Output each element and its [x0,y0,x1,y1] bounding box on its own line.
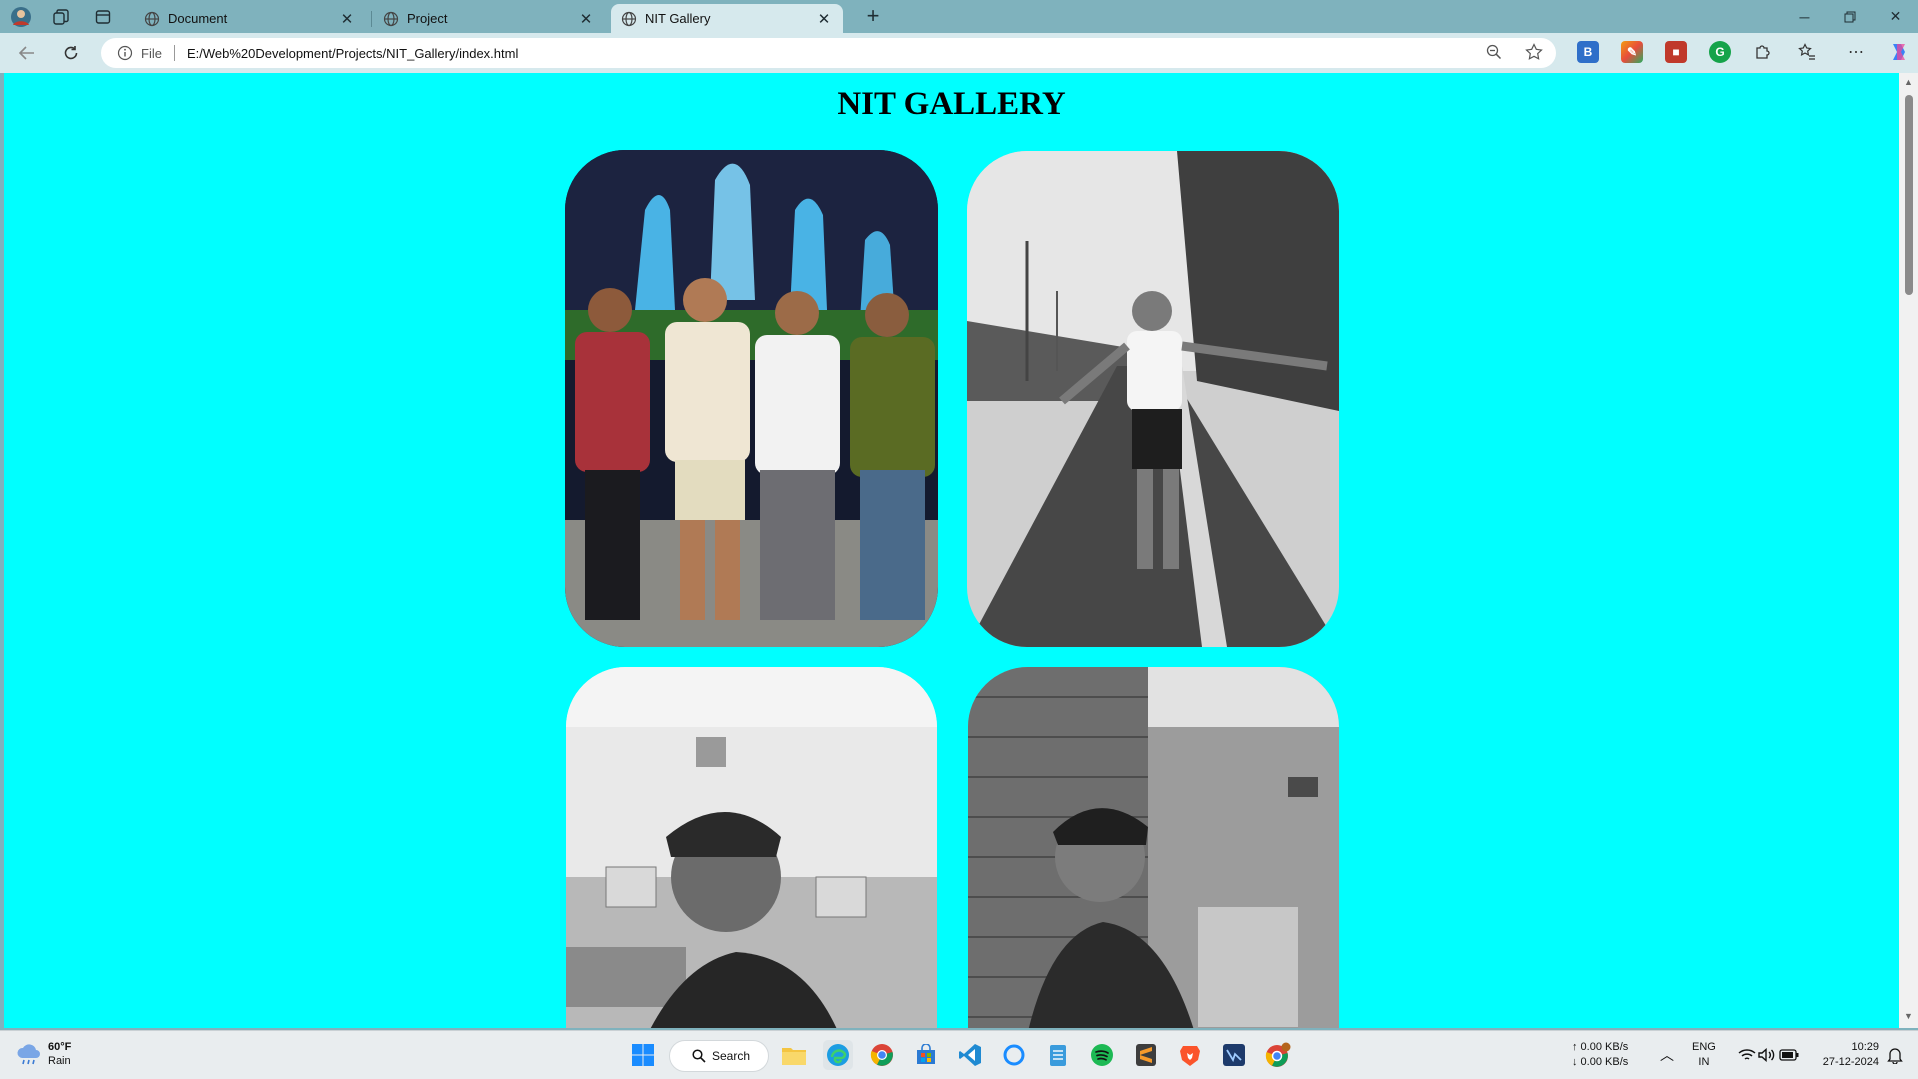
close-tab-icon[interactable]: ✕ [577,10,595,28]
clock-time: 10:29 [1851,1041,1879,1053]
clock[interactable]: 10:29 27-12-2024 [1813,1040,1879,1070]
grammarly-icon[interactable]: G [1709,41,1731,63]
tab-divider [371,11,372,27]
network-upload: ↑ 0.00 KB/s [1572,1041,1629,1053]
weather-widget[interactable]: 60°F Rain [16,1040,71,1068]
network-download: ↓ 0.00 KB/s [1572,1056,1629,1068]
info-icon[interactable] [117,45,133,61]
vertical-tabs-icon[interactable] [90,4,116,30]
browser-tab-strip: Document ✕ Project ✕ NIT Gallery ✕ + ─ ✕ [0,0,1918,33]
photo-icon [566,667,937,1028]
cortana-ring-icon[interactable] [999,1040,1029,1070]
photo-icon [968,667,1339,1028]
close-window-icon[interactable]: ✕ [1873,0,1918,33]
scroll-thumb[interactable] [1905,95,1913,295]
language-indicator[interactable]: ENG IN [1692,1040,1716,1070]
brave-icon[interactable] [1175,1040,1205,1070]
back-arrow-icon[interactable] [13,40,41,66]
vscode-icon[interactable] [955,1040,985,1070]
minimize-icon[interactable]: ─ [1782,0,1827,33]
photo-group-fountain[interactable] [565,150,938,647]
url-text[interactable]: E:/Web%20Development/Projects/NIT_Galler… [187,46,1556,61]
network-speed: ↑ 0.00 KB/s ↓ 0.00 KB/s [1572,1040,1628,1070]
photo-icon [565,150,938,647]
favorites-icon[interactable] [1794,39,1820,65]
region-code: IN [1698,1056,1710,1068]
paint-icon[interactable]: ✎ [1621,41,1643,63]
browser-toolbar: File E:/Web%20Development/Projects/NIT_G… [0,33,1918,73]
copilot-icon[interactable] [1886,39,1912,65]
globe-icon [144,11,160,26]
scroll-up-arrow-icon[interactable]: ▲ [1902,77,1915,90]
photo-rain-road[interactable] [967,151,1339,647]
tab-title: NIT Gallery [645,11,711,26]
battery-icon[interactable] [1774,1040,1804,1070]
more-menu-icon[interactable]: ⋯ [1843,39,1869,65]
notepad-icon[interactable] [1043,1040,1073,1070]
spotify-icon[interactable] [1087,1040,1117,1070]
ide-app-icon[interactable] [1219,1040,1249,1070]
tab-project[interactable]: Project ✕ [373,4,605,33]
rain-cloud-icon [17,1044,40,1065]
page-viewport: NIT GALLERY [4,73,1899,1028]
chrome-icon[interactable] [867,1040,897,1070]
refresh-icon[interactable] [57,40,85,66]
close-tab-icon[interactable]: ✕ [815,10,833,28]
favorite-star-icon[interactable] [1521,39,1547,65]
file-explorer-icon[interactable] [779,1040,809,1070]
photo-computer-lab[interactable] [566,667,937,1028]
tab-title: Project [407,11,448,26]
zoom-out-icon[interactable] [1481,39,1507,65]
workspaces-icon[interactable] [48,4,74,30]
windows-taskbar: 60°F Rain Search ↑ 0.00 KB/s ↓ 0.00 KB/s… [0,1030,1918,1079]
globe-icon [621,11,637,26]
tab-title: Document [168,11,228,26]
notification-bell-icon[interactable] [1880,1040,1910,1070]
page-title: NIT GALLERY [837,86,1066,122]
microsoft-store-icon[interactable] [911,1040,941,1070]
new-tab-button[interactable]: + [860,4,886,30]
weather-temp: 60°F [48,1041,72,1053]
recorder-icon[interactable]: ■ [1665,41,1687,63]
chevron-up-icon[interactable]: ︿ [1652,1040,1682,1070]
address-divider [173,45,175,61]
language-code: ENG [1692,1041,1716,1053]
tab-document[interactable]: Document ✕ [134,4,366,33]
taskbar-search[interactable]: Search [669,1040,769,1072]
scheme-label: File [141,45,162,61]
profile-avatar-icon[interactable] [8,4,34,30]
chrome-profile-icon[interactable] [1263,1040,1293,1070]
restore-icon[interactable] [1827,0,1872,33]
extensions-puzzle-icon[interactable] [1750,39,1776,65]
edge-browser-icon[interactable] [823,1040,853,1070]
clock-date: 27-12-2024 [1822,1056,1879,1068]
search-label: Search [712,1049,751,1063]
page-scrollbar[interactable]: ▲ ▼ [1899,73,1918,1028]
tab-nit-gallery[interactable]: NIT Gallery ✕ [611,4,843,33]
globe-icon [383,11,399,26]
search-icon [692,1049,706,1063]
windows-start-icon[interactable] [628,1040,658,1070]
weather-condition: Rain [48,1055,71,1067]
close-tab-icon[interactable]: ✕ [338,10,356,28]
address-bar[interactable]: File E:/Web%20Development/Projects/NIT_G… [101,38,1556,68]
scroll-down-arrow-icon[interactable]: ▼ [1902,1011,1915,1024]
sublime-text-icon[interactable] [1131,1040,1161,1070]
photo-brick-wall[interactable] [968,667,1339,1028]
photo-icon [967,151,1339,647]
bing-icon[interactable]: B [1577,41,1599,63]
